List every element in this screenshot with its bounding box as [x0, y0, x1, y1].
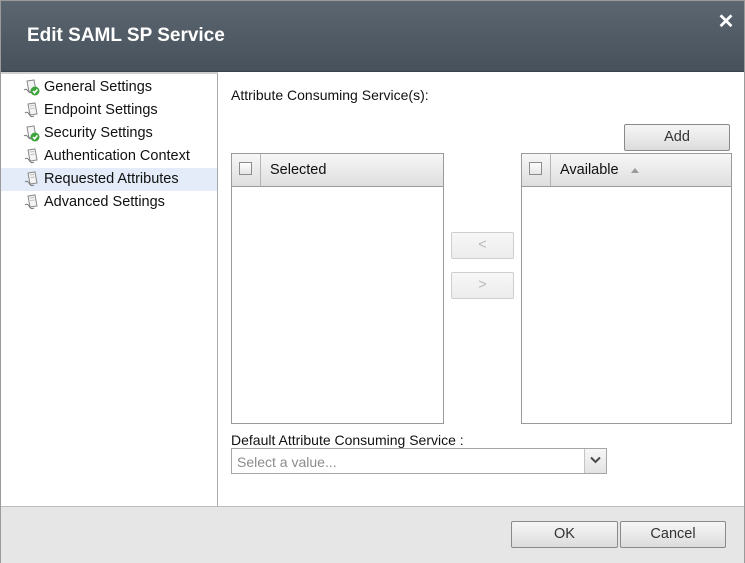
- nav-item-authentication-context[interactable]: Authentication Context: [1, 145, 217, 168]
- document-check-icon: [23, 125, 40, 142]
- dialog-titlebar: Edit SAML SP Service ✕: [1, 1, 744, 72]
- nav-item-label: Requested Attributes: [44, 171, 179, 187]
- document-icon: [24, 102, 38, 118]
- document-icon: [24, 171, 38, 187]
- nav-item-requested-attributes[interactable]: Requested Attributes: [1, 168, 217, 191]
- selected-grid-header: Selected: [232, 154, 443, 187]
- select-all-cell: [522, 154, 551, 186]
- nav-item-security-settings[interactable]: Security Settings: [1, 122, 217, 145]
- available-grid-header: Available: [522, 154, 731, 187]
- select-all-available-checkbox[interactable]: [529, 162, 542, 175]
- nav-item-label: General Settings: [44, 79, 153, 95]
- default-acs-placeholder: Select a value...: [237, 454, 337, 470]
- requested-attributes-panel: Attribute Consuming Service(s): Add Sele…: [219, 72, 744, 506]
- move-left-button[interactable]: <: [451, 232, 514, 259]
- sort-ascending-icon: [631, 168, 639, 173]
- nav-item-label: Endpoint Settings: [44, 102, 158, 118]
- default-acs-label: Default Attribute Consuming Service :: [231, 432, 464, 448]
- document-icon: [24, 148, 38, 164]
- default-acs-select[interactable]: Select a value...: [231, 448, 607, 474]
- nav-item-endpoint-settings[interactable]: Endpoint Settings: [1, 99, 217, 122]
- nav-item-label: Security Settings: [44, 125, 153, 141]
- add-button[interactable]: Add: [624, 124, 730, 151]
- nav-item-general-settings[interactable]: General Settings: [1, 76, 217, 99]
- nav-item-advanced-settings[interactable]: Advanced Settings: [1, 191, 217, 214]
- select-all-selected-checkbox[interactable]: [239, 162, 252, 175]
- dialog-title: Edit SAML SP Service: [27, 25, 225, 46]
- nav-item-label: Advanced Settings: [44, 194, 165, 210]
- document-icon: [24, 194, 38, 210]
- dropdown-button[interactable]: [584, 449, 606, 473]
- selected-column-header[interactable]: Selected: [270, 162, 326, 178]
- acs-label: Attribute Consuming Service(s):: [231, 87, 429, 103]
- ok-button[interactable]: OK: [511, 521, 618, 548]
- edit-saml-sp-service-dialog: Edit SAML SP Service ✕ General Settings …: [0, 0, 745, 563]
- available-grid[interactable]: Available: [521, 153, 732, 424]
- select-all-cell: [232, 154, 261, 186]
- close-icon[interactable]: ✕: [717, 12, 735, 32]
- document-check-icon: [23, 79, 40, 96]
- available-column-header[interactable]: Available: [560, 162, 619, 178]
- dialog-footer: OK Cancel: [1, 506, 744, 563]
- selected-grid[interactable]: Selected: [231, 153, 444, 424]
- nav-item-label: Authentication Context: [44, 148, 190, 164]
- move-right-button[interactable]: >: [451, 272, 514, 299]
- settings-nav: General Settings Endpoint Settings Secur…: [1, 72, 218, 506]
- chevron-down-icon: [590, 456, 601, 464]
- cancel-button[interactable]: Cancel: [620, 521, 726, 548]
